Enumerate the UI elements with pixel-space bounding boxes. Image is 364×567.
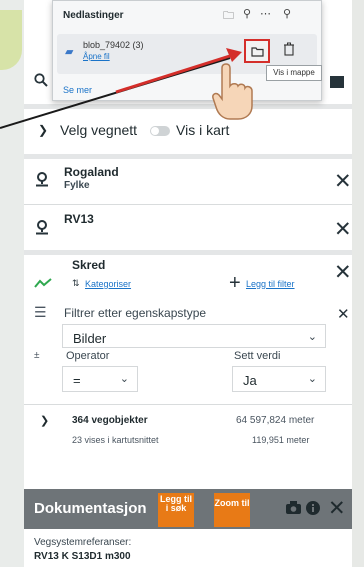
annotation-arrow	[0, 48, 242, 129]
pointing-hand-icon	[212, 63, 253, 120]
